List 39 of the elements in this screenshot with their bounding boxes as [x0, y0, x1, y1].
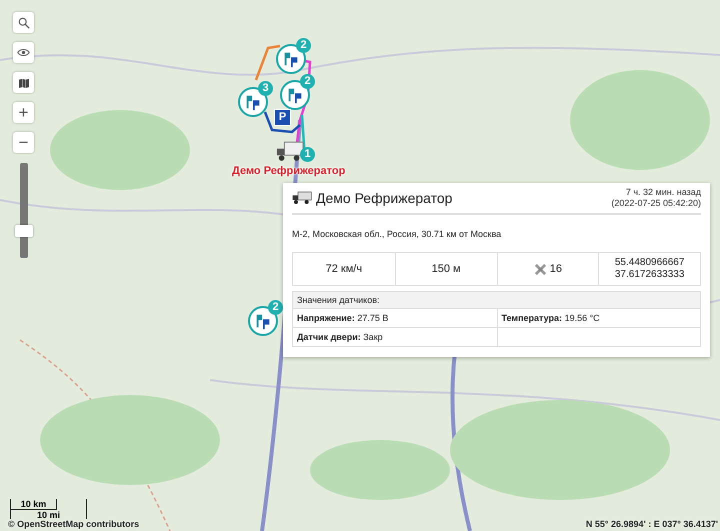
popup-title: Демо Рефрижератор: [316, 190, 452, 206]
flags-icon: [282, 50, 300, 68]
sensor-value: Датчик двери: Закр: [293, 327, 496, 346]
map-layers-button[interactable]: [13, 72, 34, 93]
eye-icon: [17, 48, 30, 57]
scale-bar: 10 km 10 mi: [10, 499, 87, 519]
count-badge: 2: [268, 300, 283, 315]
route-line: [254, 44, 280, 80]
zoom-out-button[interactable]: −: [13, 132, 34, 153]
stat-cell: 150 м: [394, 253, 496, 285]
count-badge: 2: [300, 74, 315, 89]
coordinates-text: 55.4480966667 37.6172633333: [614, 257, 684, 281]
search-icon: [18, 16, 30, 28]
stat-cell-text: 72 км/ч: [324, 262, 364, 277]
count-badge: 1: [300, 147, 315, 162]
count-badge: 2: [296, 38, 311, 53]
visibility-button[interactable]: [13, 42, 34, 63]
satellite-count: 16: [550, 263, 562, 275]
satellite-icon: [534, 262, 547, 276]
truck-icon: [292, 191, 312, 205]
truck-icon[interactable]: [276, 141, 304, 162]
sensors-heading: Значения датчиков:: [293, 292, 700, 309]
time-ago: 7 ч. 32 мин. назад: [626, 187, 701, 198]
search-button[interactable]: [13, 12, 34, 33]
flags-icon: [244, 93, 262, 111]
zoom-slider-thumb[interactable]: [14, 225, 32, 238]
sensor-value: Напряжение: 27.75 В: [296, 312, 390, 325]
flags-icon: [286, 86, 304, 104]
sensor-value: Температура: 19.56 °C: [496, 309, 700, 327]
map-icon: [18, 78, 30, 88]
address-text: М-2, Московская обл., Россия, 30.71 км от Москва: [292, 229, 502, 239]
timestamp: (2022-07-25 05:42:20): [611, 198, 701, 209]
flags-icon: [254, 312, 272, 330]
count-badge: 3: [258, 81, 273, 96]
attribution-text: © OpenStreetMap contributors: [8, 519, 140, 529]
zoom-in-button[interactable]: +: [13, 102, 34, 123]
vehicle-label: Демо Рефрижератор: [232, 165, 346, 177]
cursor-coordinates: N 55° 26.9894' : E 037° 36.4137': [586, 519, 718, 529]
parking-sign[interactable]: P: [274, 109, 291, 126]
